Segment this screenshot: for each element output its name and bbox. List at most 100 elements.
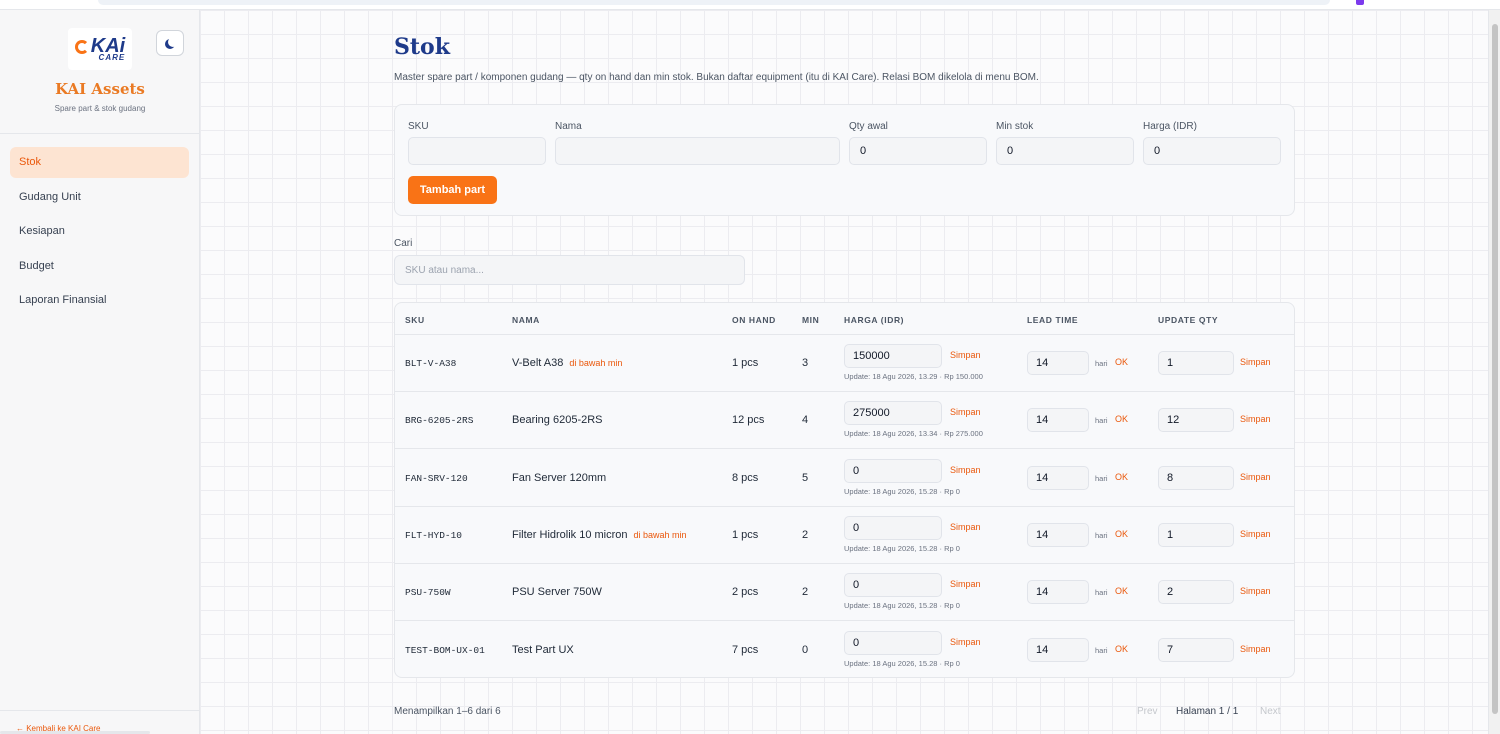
save-qty-button[interactable]: Simpan [1240, 586, 1271, 596]
sidebar-item-gudang-unit[interactable]: Gudang Unit [10, 182, 189, 213]
update-qty-input[interactable] [1158, 351, 1234, 375]
min-stok-input[interactable] [996, 137, 1134, 165]
sidebar-item-kesiapan[interactable]: Kesiapan [10, 216, 189, 247]
sku-input[interactable] [408, 137, 546, 165]
row-on-hand: 1 pcs [732, 528, 759, 541]
sku-label: SKU [408, 121, 429, 132]
row-nama-text: PSU Server 750W [512, 586, 602, 599]
next-page-button[interactable]: Next [1260, 706, 1281, 717]
harga-update-info: Update: 18 Agu 2026, 15.28 · Rp 0 [844, 658, 960, 668]
save-harga-button[interactable]: Simpan [950, 465, 981, 475]
qty-awal-input[interactable] [849, 137, 987, 165]
harga-label: Harga (IDR) [1143, 121, 1197, 132]
nama-input[interactable] [555, 137, 840, 165]
sidebar-nav: Stok Gudang Unit Kesiapan Budget Laporan… [0, 134, 199, 316]
page-title: Stok [394, 34, 450, 60]
row-nama: Bearing 6205-2RS [512, 414, 603, 426]
theme-toggle-button[interactable] [156, 30, 184, 56]
row-nama: PSU Server 750W [512, 586, 602, 598]
lead-time-unit: hari [1095, 530, 1108, 540]
address-bar [98, 0, 1330, 5]
lead-time-input[interactable] [1027, 351, 1089, 375]
row-nama-text: V-Belt A38 [512, 357, 564, 369]
col-min: MIN [802, 315, 820, 325]
lead-time-input[interactable] [1027, 408, 1089, 433]
sidebar-item-budget[interactable]: Budget [10, 251, 189, 282]
kai-care-logo: KAi CARE [68, 28, 132, 70]
table-row: FAN-SRV-120 Fan Server 120mm 8 pcs 5 Simpan U… [395, 450, 1294, 507]
harga-update-info: Update: 18 Agu 2026, 15.28 · Rp 0 [844, 543, 960, 553]
save-harga-button[interactable]: Simpan [950, 350, 981, 360]
main-content: Stok Master spare part / komponen gudang… [200, 10, 1488, 734]
save-qty-button[interactable]: Simpan [1240, 529, 1271, 539]
save-lead-time-button[interactable]: OK [1115, 414, 1128, 424]
harga-row-input[interactable] [844, 573, 942, 598]
harga-update-info: Update: 18 Agu 2026, 13.34 · Rp 275.000 [844, 429, 983, 439]
harga-input[interactable] [1143, 137, 1281, 165]
scrollbar-thumb[interactable] [1492, 24, 1498, 714]
row-nama: Fan Server 120mm [512, 472, 606, 484]
save-harga-button[interactable]: Simpan [950, 579, 981, 589]
sidebar-item-stok[interactable]: Stok [10, 147, 189, 178]
save-lead-time-button[interactable]: OK [1115, 586, 1128, 596]
lead-time-input[interactable] [1027, 465, 1089, 490]
row-nama-text: Fan Server 120mm [512, 471, 607, 484]
lead-time-input[interactable] [1027, 637, 1089, 662]
row-on-hand: 12 pcs [732, 414, 765, 427]
save-qty-button[interactable]: Simpan [1240, 644, 1271, 654]
harga-row-input[interactable] [844, 401, 942, 426]
table-row: PSU-750W PSU Server 750W 2 pcs 2 Simpan Updat… [395, 564, 1294, 622]
update-qty-input[interactable] [1158, 408, 1234, 433]
save-lead-time-button[interactable]: OK [1115, 644, 1128, 654]
col-harga: HARGA (IDR) [844, 315, 905, 325]
update-qty-input[interactable] [1158, 522, 1234, 547]
row-nama: Test Part UX [512, 644, 574, 656]
harga-row-input[interactable] [844, 630, 942, 655]
lead-time-input[interactable] [1027, 580, 1089, 605]
update-qty-input[interactable] [1158, 580, 1234, 605]
harga-row-input[interactable] [844, 515, 942, 540]
table-row: FLT-HYD-10 Filter Hidrolik 10 micron di ba… [395, 507, 1294, 564]
lead-time-input[interactable] [1027, 522, 1089, 547]
search-label: Cari [394, 238, 413, 249]
search-input[interactable] [394, 255, 745, 285]
page-scrollbar[interactable] [1488, 10, 1500, 734]
save-qty-button[interactable]: Simpan [1240, 357, 1271, 367]
below-min-badge: di bawah min [633, 529, 687, 540]
row-on-hand: 7 pcs [732, 643, 759, 656]
col-on-hand: ON HAND [732, 315, 776, 325]
tambah-part-button[interactable]: Tambah part [408, 176, 497, 204]
row-on-hand: 1 pcs [732, 357, 759, 369]
harga-update-info: Update: 18 Agu 2026, 15.28 · Rp 0 [844, 601, 960, 611]
row-on-hand: 8 pcs [732, 471, 759, 484]
table-header: SKU NAMA ON HAND MIN HARGA (IDR) LEAD TI… [395, 303, 1294, 335]
update-qty-input[interactable] [1158, 465, 1234, 490]
save-lead-time-button[interactable]: OK [1115, 357, 1128, 367]
row-sku: FAN-SRV-120 [405, 472, 468, 484]
row-min: 0 [802, 643, 809, 656]
lead-time-unit: hari [1095, 588, 1108, 598]
table-row: BRG-6205-2RS Bearing 6205-2RS 12 pcs 4 Simpa… [395, 392, 1294, 450]
save-qty-button[interactable]: Simpan [1240, 414, 1271, 424]
save-qty-button[interactable]: Simpan [1240, 472, 1271, 482]
brand-area: KAi CARE KAI Assets Spare part & stok gu… [0, 10, 199, 134]
save-harga-button[interactable]: Simpan [950, 637, 981, 647]
update-qty-input[interactable] [1158, 637, 1234, 662]
harga-row-input[interactable] [844, 344, 942, 368]
row-nama: Filter Hidrolik 10 micron di bawah min [512, 529, 687, 541]
sidebar: KAi CARE KAI Assets Spare part & stok gu… [0, 10, 200, 734]
save-harga-button[interactable]: Simpan [950, 522, 981, 532]
save-harga-button[interactable]: Simpan [950, 407, 981, 417]
prev-page-button[interactable]: Prev [1137, 706, 1158, 717]
sidebar-item-laporan-finansial[interactable]: Laporan Finansial [10, 285, 189, 316]
harga-row-input[interactable] [844, 458, 942, 483]
save-lead-time-button[interactable]: OK [1115, 529, 1128, 539]
extension-icon [1356, 0, 1364, 5]
page-indicator: Halaman 1 / 1 [1176, 706, 1239, 717]
stock-table: SKU NAMA ON HAND MIN HARGA (IDR) LEAD TI… [394, 302, 1295, 678]
save-lead-time-button[interactable]: OK [1115, 472, 1128, 482]
logo-ring-icon [74, 39, 89, 54]
row-min: 4 [802, 414, 809, 427]
col-lead-time: LEAD TIME [1027, 315, 1079, 325]
min-stok-label: Min stok [996, 121, 1034, 132]
